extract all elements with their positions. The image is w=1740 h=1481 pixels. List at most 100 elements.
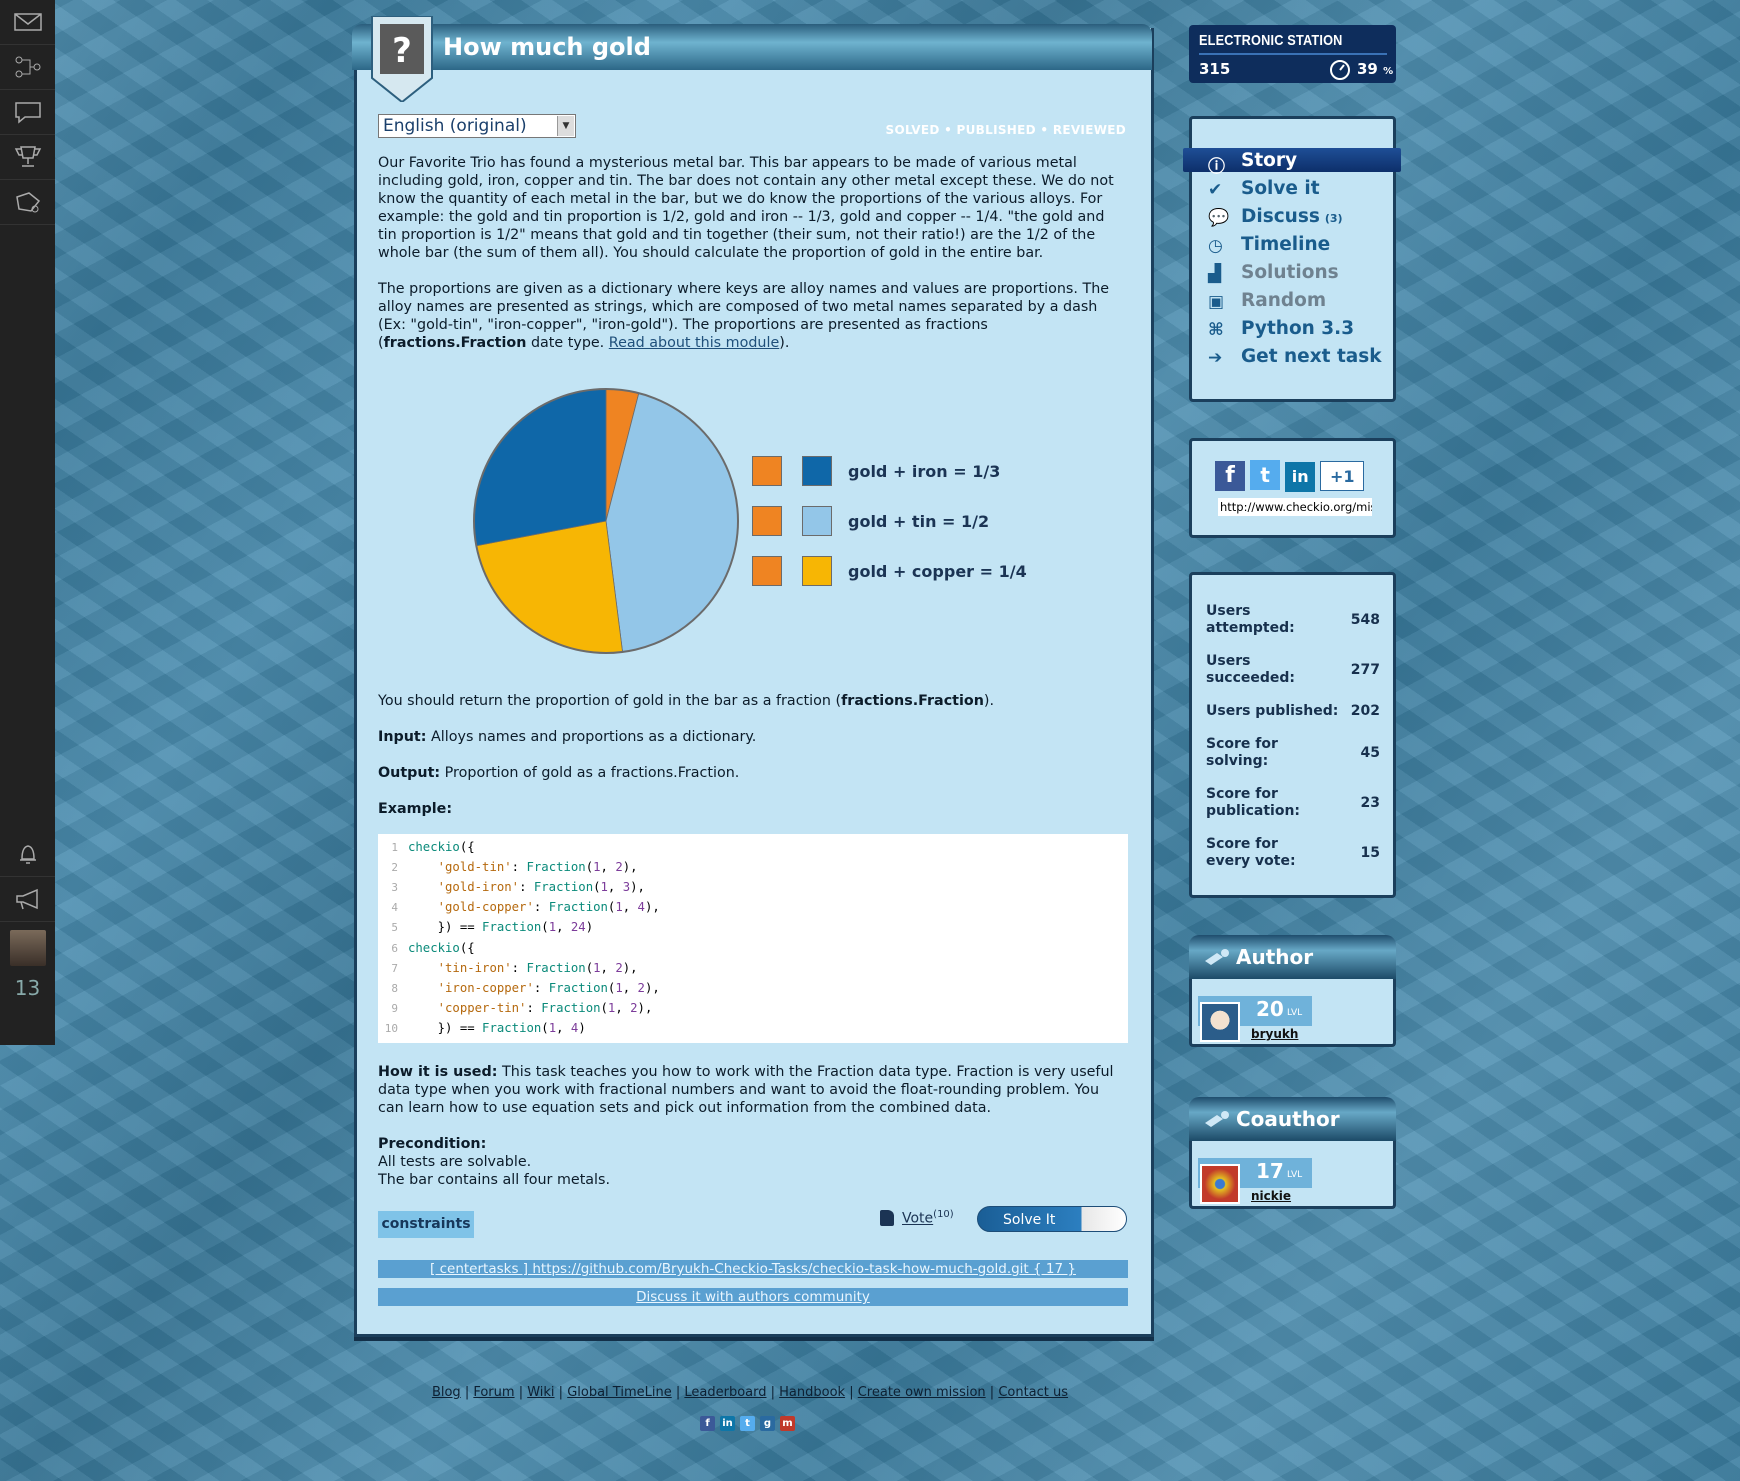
task-how-used: How it is used: This task teaches you ho… <box>378 1063 1126 1117</box>
code-line: }) == Fraction(1, 24) <box>408 920 594 935</box>
announcements-nav[interactable] <box>0 877 55 922</box>
stat-label: Score for solving: <box>1206 736 1278 769</box>
chat-nav[interactable] <box>0 90 55 135</box>
twitter-icon[interactable]: t <box>740 1416 755 1431</box>
code-line-number: 4 <box>391 901 398 915</box>
user-level: 13 <box>14 976 41 1000</box>
coauthor-name[interactable]: nickie <box>1251 1189 1291 1203</box>
code-line-number: 6 <box>391 941 398 955</box>
language-value: English (original) <box>383 116 527 136</box>
mail-nav[interactable] <box>0 0 55 45</box>
pie-chart <box>473 388 739 654</box>
google-plus-icon[interactable]: +1 <box>1320 461 1365 491</box>
linkedin-icon[interactable]: in <box>1285 462 1316 492</box>
footer-link-leaderboard[interactable]: Leaderboard <box>684 1385 766 1400</box>
share-buttons: f t in +1 <box>1215 460 1365 492</box>
menu-item-random[interactable]: Random <box>1241 290 1326 311</box>
input-label: Input: <box>378 729 427 745</box>
bell-icon <box>19 845 36 864</box>
read-module-link[interactable]: Read about this module <box>609 335 779 351</box>
task-output: Output: Proportion of gold as a fraction… <box>378 764 1126 782</box>
mail-icon[interactable]: m <box>780 1416 795 1431</box>
code-line: 'gold-tin': Fraction(1, 2), <box>437 860 638 875</box>
stat-value: 45 <box>1360 745 1380 761</box>
coauthor-level: 17 <box>1256 1159 1284 1183</box>
facebook-icon[interactable]: f <box>1215 461 1245 491</box>
menu-item-get-next-task[interactable]: Get next task <box>1241 346 1382 367</box>
user-avatar[interactable] <box>9 930 46 966</box>
share-url-input[interactable]: http://www.checkio.org/mis <box>1218 498 1372 516</box>
footer-link-global-timeline[interactable]: Global TimeLine <box>567 1385 672 1400</box>
footer-link-handbook[interactable]: Handbook <box>779 1385 845 1400</box>
thumbs-up-icon <box>880 1209 894 1226</box>
author-avatar[interactable] <box>1200 1002 1240 1042</box>
example-label: Example: <box>378 801 453 817</box>
footer-separator: | <box>460 1385 474 1400</box>
footer-link-forum[interactable]: Forum <box>473 1385 514 1400</box>
footer-link-blog[interactable]: Blog <box>432 1385 461 1400</box>
coauthor-avatar[interactable] <box>1200 1164 1240 1204</box>
discuss-community-link[interactable]: Discuss it with authors community <box>378 1288 1128 1306</box>
code-line: 'iron-copper': Fraction(1, 2), <box>437 980 660 995</box>
menu-item-solutions[interactable]: Solutions <box>1241 262 1339 283</box>
python-icon: ⌘ <box>1208 320 1224 340</box>
station-widget[interactable]: ELECTRONIC STATION 315 39 % <box>1189 25 1396 83</box>
facebook-icon[interactable]: f <box>700 1416 715 1431</box>
repo-link[interactable]: [ centertasks ] https://github.com/Bryuk… <box>378 1260 1128 1278</box>
code-line: 'tin-iron': Fraction(1, 2), <box>437 960 638 975</box>
menu-item-discuss[interactable]: Discuss (3) <box>1241 206 1343 227</box>
task-input: Input: Alloys names and proportions as a… <box>378 728 1126 746</box>
menu-item-solve-it[interactable]: Solve it <box>1241 178 1320 199</box>
code-line: 'gold-copper': Fraction(1, 4), <box>437 900 660 915</box>
envelope-icon <box>13 13 42 31</box>
footer-link-contact-us[interactable]: Contact us <box>998 1385 1068 1400</box>
google-plus-icon[interactable]: g <box>760 1416 775 1431</box>
notifications-nav[interactable] <box>0 832 55 877</box>
megaphone-icon <box>15 888 38 910</box>
station-divider <box>1199 53 1387 55</box>
clock-icon: ◷ <box>1208 236 1223 256</box>
legend-swatch <box>802 556 832 586</box>
footer-separator: | <box>554 1385 568 1400</box>
gauge-icon <box>1330 60 1350 80</box>
trophy-nav[interactable] <box>0 135 55 180</box>
map-nav[interactable] <box>0 45 55 90</box>
puzzle-nav[interactable] <box>0 180 55 225</box>
vote-count: (10) <box>933 1209 954 1220</box>
legend-swatch <box>752 556 782 586</box>
code-line-number: 8 <box>391 981 398 995</box>
stat-label: Users succeeded: <box>1206 653 1296 686</box>
author-name[interactable]: bryukh <box>1251 1027 1298 1041</box>
linkedin-icon[interactable]: in <box>720 1416 735 1431</box>
menu-item-python-3-3[interactable]: Python 3.3 <box>1241 318 1354 339</box>
constraints-tag[interactable]: constraints <box>378 1211 474 1238</box>
satellite-icon <box>1205 949 1229 965</box>
mission-badge-icon: ? <box>371 16 433 102</box>
legend-label: gold + iron = 1/3 <box>848 462 1001 481</box>
menu-item-story[interactable]: Story <box>1241 150 1297 171</box>
info-icon: ⓘ <box>1208 157 1225 177</box>
return-text-a: You should return the proportion of gold… <box>378 693 842 709</box>
coauthor-level-label: LVL <box>1287 1170 1303 1180</box>
menu-item-timeline[interactable]: Timeline <box>1241 234 1330 255</box>
vote-control[interactable]: Vote(10) <box>880 1209 954 1227</box>
solve-it-button[interactable]: Solve It <box>977 1206 1127 1232</box>
language-select[interactable]: English (original) ▼ <box>378 114 576 138</box>
author-level: 20 <box>1256 997 1284 1021</box>
vote-link[interactable]: Vote <box>902 1211 933 1227</box>
stat-value: 548 <box>1350 612 1380 628</box>
code-line-number: 5 <box>391 921 398 935</box>
code-line-number: 1 <box>391 841 398 854</box>
code-line-number: 10 <box>384 1021 398 1035</box>
precondition-line: All tests are solvable. <box>378 1154 532 1170</box>
twitter-icon[interactable]: t <box>1250 460 1281 490</box>
station-percent: 39 <box>1357 60 1378 78</box>
checkmark-icon: ✔ <box>1208 180 1223 200</box>
footer-link-create-own-mission[interactable]: Create own mission <box>858 1385 986 1400</box>
footer-link-wiki[interactable]: Wiki <box>527 1385 554 1400</box>
precondition-line: The bar contains all four metals. <box>378 1172 611 1188</box>
footer-social-icons: f in t g m <box>700 1411 800 1431</box>
code-line-number: 3 <box>391 881 398 895</box>
footer-separator: | <box>671 1385 685 1400</box>
proportions-text-c: ). <box>779 335 790 351</box>
